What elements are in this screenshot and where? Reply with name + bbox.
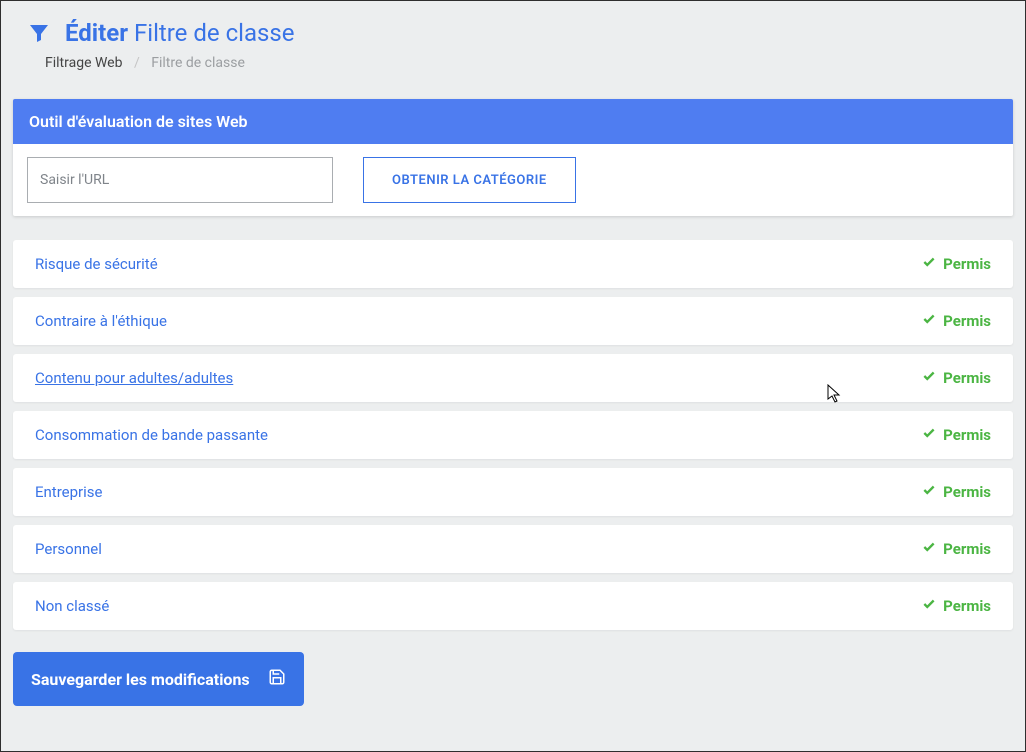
save-button[interactable]: Sauvegarder les modifications: [13, 652, 304, 706]
get-category-button[interactable]: OBTENIR LA CATÉGORIE: [363, 157, 576, 203]
evaluation-tool-card: Outil d'évaluation de sites Web OBTENIR …: [13, 99, 1013, 216]
status-label: Permis: [943, 483, 991, 501]
url-input[interactable]: [27, 157, 333, 203]
category-item-bandwidth[interactable]: Consommation de bande passante Permis: [13, 411, 1013, 459]
status-label: Permis: [943, 255, 991, 273]
check-icon: [922, 597, 936, 615]
category-item-security-risk[interactable]: Risque de sécurité Permis: [13, 240, 1013, 288]
category-item-enterprise[interactable]: Entreprise Permis: [13, 468, 1013, 516]
check-icon: [922, 255, 936, 273]
page-title-rest: Filtre de classe: [134, 19, 295, 47]
status-badge: Permis: [922, 483, 991, 501]
page-title-bold: Éditer: [65, 19, 128, 47]
category-item-personal[interactable]: Personnel Permis: [13, 525, 1013, 573]
category-list: Risque de sécurité Permis Contraire à l'…: [13, 240, 1013, 630]
status-label: Permis: [943, 426, 991, 444]
category-link[interactable]: Consommation de bande passante: [35, 426, 268, 444]
category-link[interactable]: Contraire à l'éthique: [35, 312, 167, 330]
status-label: Permis: [943, 597, 991, 615]
category-item-unethical[interactable]: Contraire à l'éthique Permis: [13, 297, 1013, 345]
category-link[interactable]: Contenu pour adultes/adultes: [35, 369, 233, 387]
category-link[interactable]: Entreprise: [35, 483, 102, 501]
check-icon: [922, 426, 936, 444]
status-badge: Permis: [922, 597, 991, 615]
category-link[interactable]: Risque de sécurité: [35, 255, 158, 273]
category-link[interactable]: Personnel: [35, 540, 102, 558]
check-icon: [922, 483, 936, 501]
save-icon: [268, 668, 286, 690]
evaluation-tool-header: Outil d'évaluation de sites Web: [13, 99, 1013, 144]
check-icon: [922, 369, 936, 387]
status-badge: Permis: [922, 426, 991, 444]
status-badge: Permis: [922, 540, 991, 558]
page-title: Éditer Filtre de classe: [65, 19, 295, 47]
evaluation-tool-body: OBTENIR LA CATÉGORIE: [13, 144, 1013, 216]
check-icon: [922, 540, 936, 558]
breadcrumb-level1[interactable]: Filtrage Web: [45, 55, 122, 71]
category-item-unclassified[interactable]: Non classé Permis: [13, 582, 1013, 630]
category-item-adult-content[interactable]: Contenu pour adultes/adultes Permis: [13, 354, 1013, 402]
status-label: Permis: [943, 540, 991, 558]
page-header: Éditer Filtre de classe: [13, 19, 1013, 47]
breadcrumb-level2: Filtre de classe: [151, 55, 245, 71]
status-label: Permis: [943, 369, 991, 387]
status-badge: Permis: [922, 255, 991, 273]
breadcrumb-separator: /: [134, 55, 140, 71]
check-icon: [922, 312, 936, 330]
status-label: Permis: [943, 312, 991, 330]
breadcrumb: Filtrage Web / Filtre de classe: [13, 55, 1013, 71]
category-link[interactable]: Non classé: [35, 597, 109, 615]
status-badge: Permis: [922, 312, 991, 330]
save-button-label: Sauvegarder les modifications: [31, 670, 250, 689]
status-badge: Permis: [922, 369, 991, 387]
filter-icon: [27, 21, 51, 45]
